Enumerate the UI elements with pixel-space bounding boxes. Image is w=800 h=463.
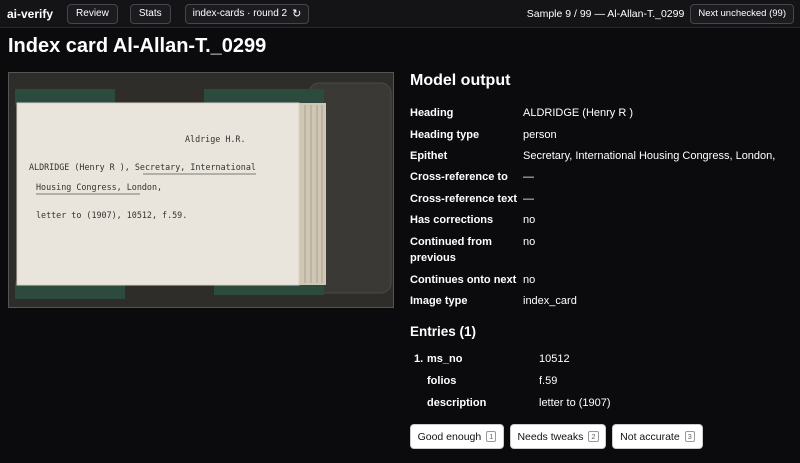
not-accurate-button[interactable]: Not accurate 3 xyxy=(612,424,703,449)
entry-value-ms-no: 10512 xyxy=(539,353,570,365)
entries-title: Entries (1) xyxy=(410,324,477,339)
set-selector-button[interactable]: index-cards · round 2 ↻ xyxy=(184,3,310,24)
top-bar: ai-verify Review Stats index-cards · rou… xyxy=(0,0,800,28)
index-card-image: Aldrige H.R. ALDRIDGE (Henry R ), Secret… xyxy=(8,72,394,308)
not-accurate-label: Not accurate xyxy=(620,430,680,443)
entry-label-ms-no: ms_no xyxy=(427,353,463,365)
field-value-continued-from-previous: no xyxy=(523,236,536,248)
review-button-label: Review xyxy=(76,8,109,19)
index-card-photo: Aldrige H.R. ALDRIDGE (Henry R ), Secret… xyxy=(9,73,393,307)
good-enough-button[interactable]: Good enough 1 xyxy=(410,424,504,449)
entry-value-description: letter to (1907) xyxy=(539,397,611,409)
field-value-cross-reference-to: — xyxy=(523,171,534,183)
refresh-icon[interactable]: ↻ xyxy=(292,7,301,20)
entry-label-description: description xyxy=(427,397,487,409)
needs-tweaks-button[interactable]: Needs tweaks 2 xyxy=(510,424,606,449)
field-label-continues-onto-next: Continues onto next xyxy=(410,274,517,286)
good-enough-label: Good enough xyxy=(417,430,482,443)
field-value-heading: ALDRIDGE (Henry R ) xyxy=(523,107,634,119)
field-label-heading-type: Heading type xyxy=(410,129,480,141)
next-unchecked-button[interactable]: Next unchecked (99) xyxy=(690,3,794,24)
needs-tweaks-label: Needs tweaks xyxy=(517,430,584,443)
next-unchecked-label: Next unchecked (99) xyxy=(698,8,786,19)
entry-label-folios: folios xyxy=(427,375,457,387)
model-output-title: Model output xyxy=(410,72,511,89)
field-label-epithet: Epithet xyxy=(410,150,448,162)
field-label-cross-reference-to: Cross-reference to xyxy=(410,171,508,183)
field-label-continued-from-previous: Continued from previous xyxy=(410,236,492,264)
field-value-has-corrections: no xyxy=(523,214,536,226)
field-value-cross-reference-text: — xyxy=(523,193,534,205)
shortcut-key-2: 2 xyxy=(588,431,599,442)
entry-number: 1. xyxy=(414,353,424,365)
entry-value-folios: f.59 xyxy=(539,375,558,387)
card-text-line-4: letter to (1907), 10512, f.59. xyxy=(36,210,187,220)
set-selector-label: index-cards · round 2 xyxy=(192,8,288,19)
field-label-image-type: Image type xyxy=(410,295,468,307)
field-value-epithet: Secretary, International Housing Congres… xyxy=(523,150,776,162)
card-text-line-3: Housing Congress, London, xyxy=(36,182,162,192)
field-label-cross-reference-text: Cross-reference text xyxy=(410,193,517,205)
sample-indicator: Sample 9 / 99 — Al-Allan-T._0299 xyxy=(526,7,685,20)
field-label-has-corrections: Has corrections xyxy=(410,214,494,226)
field-value-heading-type: person xyxy=(523,129,557,141)
card-text-line-2: ALDRIDGE (Henry R ), Secretary, Internat… xyxy=(29,162,256,172)
page-title: Index card Al-Allan-T._0299 xyxy=(8,35,267,57)
stats-button-label: Stats xyxy=(138,8,162,19)
card-text-line-1: Aldrige H.R. xyxy=(185,134,246,144)
shortcut-key-1: 1 xyxy=(486,431,497,442)
app-brand: ai-verify xyxy=(7,6,54,21)
stats-button[interactable]: Stats xyxy=(129,3,171,24)
shortcut-key-3: 3 xyxy=(684,431,695,442)
review-button[interactable]: Review xyxy=(67,3,118,24)
field-value-image-type: index_card xyxy=(523,295,577,307)
field-value-continues-onto-next: no xyxy=(523,274,536,286)
field-label-heading: Heading xyxy=(410,107,454,119)
